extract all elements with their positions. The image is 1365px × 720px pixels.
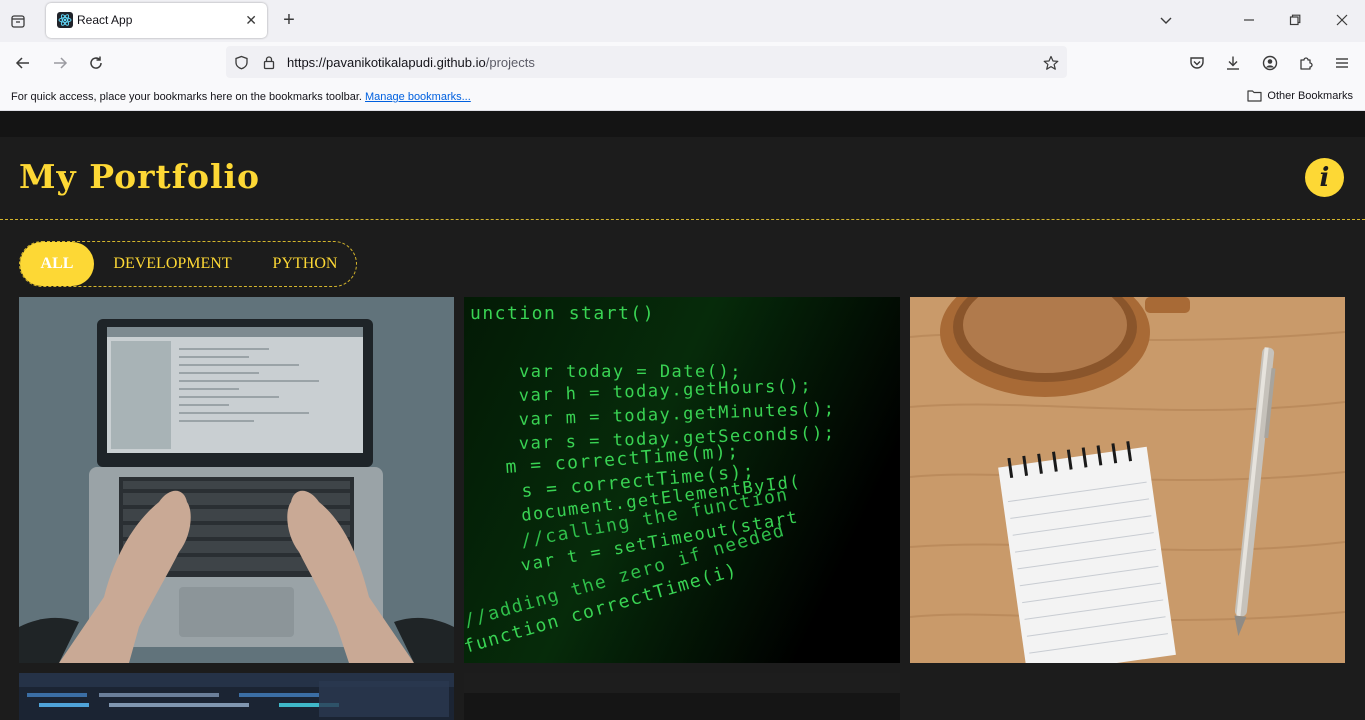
- other-bookmarks-label: Other Bookmarks: [1267, 89, 1353, 102]
- bookmarks-hint-text: For quick access, place your bookmarks h…: [11, 91, 362, 103]
- browser-tab-bar: React App ✕ +: [0, 0, 1365, 42]
- menu-icon[interactable]: [1332, 53, 1352, 73]
- minimize-icon[interactable]: [1240, 11, 1258, 29]
- filter-all-button[interactable]: ALL: [20, 242, 94, 286]
- manage-bookmarks-link[interactable]: Manage bookmarks...: [365, 91, 471, 103]
- filter-python-button[interactable]: PYTHON: [255, 242, 355, 286]
- header-divider: [0, 219, 1365, 220]
- laptop-typing-photo: [19, 297, 454, 663]
- project-card[interactable]: [910, 297, 1345, 663]
- back-icon[interactable]: [13, 53, 33, 73]
- code-line: unction start(): [470, 303, 655, 324]
- browser-nav-bar: https://pavanikotikalapudi.github.io/pro…: [0, 42, 1365, 83]
- shield-icon[interactable]: [233, 54, 249, 70]
- top-strip: [0, 111, 1365, 137]
- code-editor-screen-photo: [19, 673, 454, 720]
- extensions-icon[interactable]: [1296, 53, 1316, 73]
- project-card[interactable]: unction start() var today = Date(); var h …: [464, 297, 900, 663]
- lock-icon[interactable]: [261, 54, 277, 70]
- account-icon[interactable]: [1260, 53, 1280, 73]
- filter-bar: ALL DEVELOPMENT PYTHON: [19, 241, 357, 287]
- reload-icon[interactable]: [86, 53, 106, 73]
- folder-icon: [1247, 90, 1263, 102]
- close-tab-icon[interactable]: ✕: [245, 12, 257, 28]
- green-code-screen-photo: unction start()var today = Date();var h …: [464, 297, 900, 663]
- tab-list-icon[interactable]: [8, 11, 28, 31]
- other-bookmarks-button[interactable]: Other Bookmarks: [1247, 89, 1353, 102]
- portfolio-page: My Portfolio i ALL DEVELOPMENT PYTHON un…: [0, 111, 1365, 720]
- chevron-down-icon[interactable]: [1157, 11, 1175, 29]
- tab-title: React App: [77, 13, 133, 27]
- close-window-icon[interactable]: [1333, 11, 1351, 29]
- url-text[interactable]: https://pavanikotikalapudi.github.io/pro…: [287, 55, 535, 70]
- project-card[interactable]: [464, 673, 900, 720]
- page-title: My Portfolio: [19, 157, 261, 196]
- browser-tab[interactable]: React App ✕: [46, 3, 267, 38]
- dark-screen-photo: [464, 673, 900, 720]
- react-favicon-icon: [57, 12, 73, 28]
- new-tab-icon[interactable]: +: [280, 9, 298, 31]
- filter-development-button[interactable]: DEVELOPMENT: [100, 242, 245, 286]
- info-icon: i: [1319, 162, 1330, 193]
- notepad-coffee-pen-photo: [910, 297, 1345, 663]
- bookmarks-toolbar: For quick access, place your bookmarks h…: [0, 83, 1365, 111]
- project-card[interactable]: [19, 673, 454, 720]
- info-button[interactable]: i: [1305, 158, 1344, 197]
- bookmark-star-icon[interactable]: [1042, 54, 1059, 71]
- url-host: https://pavanikotikalapudi.github.io: [287, 55, 486, 70]
- restore-icon[interactable]: [1286, 11, 1304, 29]
- bookmarks-hint: For quick access, place your bookmarks h…: [11, 91, 471, 103]
- project-card[interactable]: [19, 297, 454, 663]
- forward-icon[interactable]: [50, 53, 70, 73]
- downloads-icon[interactable]: [1223, 53, 1243, 73]
- pocket-icon[interactable]: [1187, 53, 1207, 73]
- url-path: /projects: [485, 55, 535, 70]
- address-bar[interactable]: https://pavanikotikalapudi.github.io/pro…: [226, 46, 1067, 78]
